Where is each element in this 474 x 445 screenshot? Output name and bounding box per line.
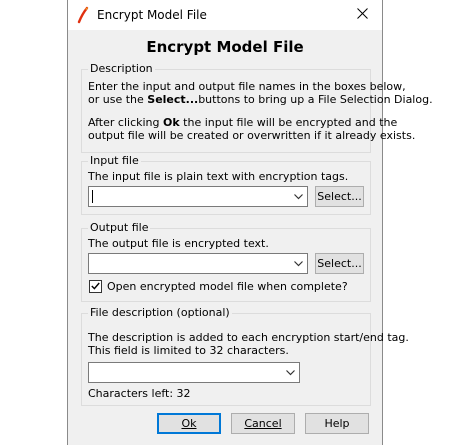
help-button-label: Help [324,417,350,430]
output-file-hint: The output file is encrypted text. [88,237,269,250]
open-when-complete-checkbox[interactable] [89,280,102,293]
description-line-4: output file will be created or overwritt… [88,129,416,142]
output-file-legend: Output file [88,221,151,234]
window-title: Encrypt Model File [97,8,207,22]
input-select-button[interactable]: Select... [315,186,364,207]
title-bar: Encrypt Model File [68,0,382,30]
ok-button[interactable]: Ok [157,413,221,434]
description-legend: Description [88,62,155,75]
output-select-button[interactable]: Select... [315,253,364,274]
open-when-complete-label[interactable]: Open encrypted model file when complete? [107,280,348,293]
cancel-button-label: Cancel [244,417,282,430]
input-file-combobox[interactable] [88,186,308,207]
output-file-group: Output file The output file is encrypted… [81,221,371,302]
ok-button-label: Ok [181,417,197,430]
text-cursor [92,190,93,203]
close-button[interactable] [342,0,382,30]
characters-left-label: Characters left: 32 [88,387,191,400]
input-file-hint: The input file is plain text with encryp… [88,170,349,183]
file-description-line-1: The description is added to each encrypt… [88,331,409,344]
checkmark-icon [91,280,100,293]
file-description-group: File description (optional) The descript… [81,306,409,406]
chevron-down-icon[interactable] [291,189,305,204]
output-file-combobox[interactable] [88,253,308,274]
description-group: Description Enter the input and output f… [81,62,433,153]
cancel-button[interactable]: Cancel [231,413,295,434]
description-line-3: After clicking Ok the input file will be… [88,116,398,129]
input-file-group: Input file The input file is plain text … [81,154,371,215]
description-line-2: or use the Select...buttons to bring up … [88,93,433,106]
file-description-legend: File description (optional) [88,306,232,319]
input-file-legend: Input file [88,154,141,167]
file-description-line-2: This field is limited to 32 characters. [88,344,289,357]
description-line-1: Enter the input and output file names in… [88,80,406,93]
help-button[interactable]: Help [305,413,369,434]
encrypt-model-file-dialog: Encrypt Model File Encrypt Model File De… [67,0,433,445]
file-description-combobox[interactable] [88,362,300,383]
close-icon [356,8,368,22]
dialog-heading: Encrypt Model File [146,38,304,56]
chevron-down-icon[interactable] [283,365,297,380]
chevron-down-icon[interactable] [291,256,305,271]
app-logo-icon [76,6,90,24]
